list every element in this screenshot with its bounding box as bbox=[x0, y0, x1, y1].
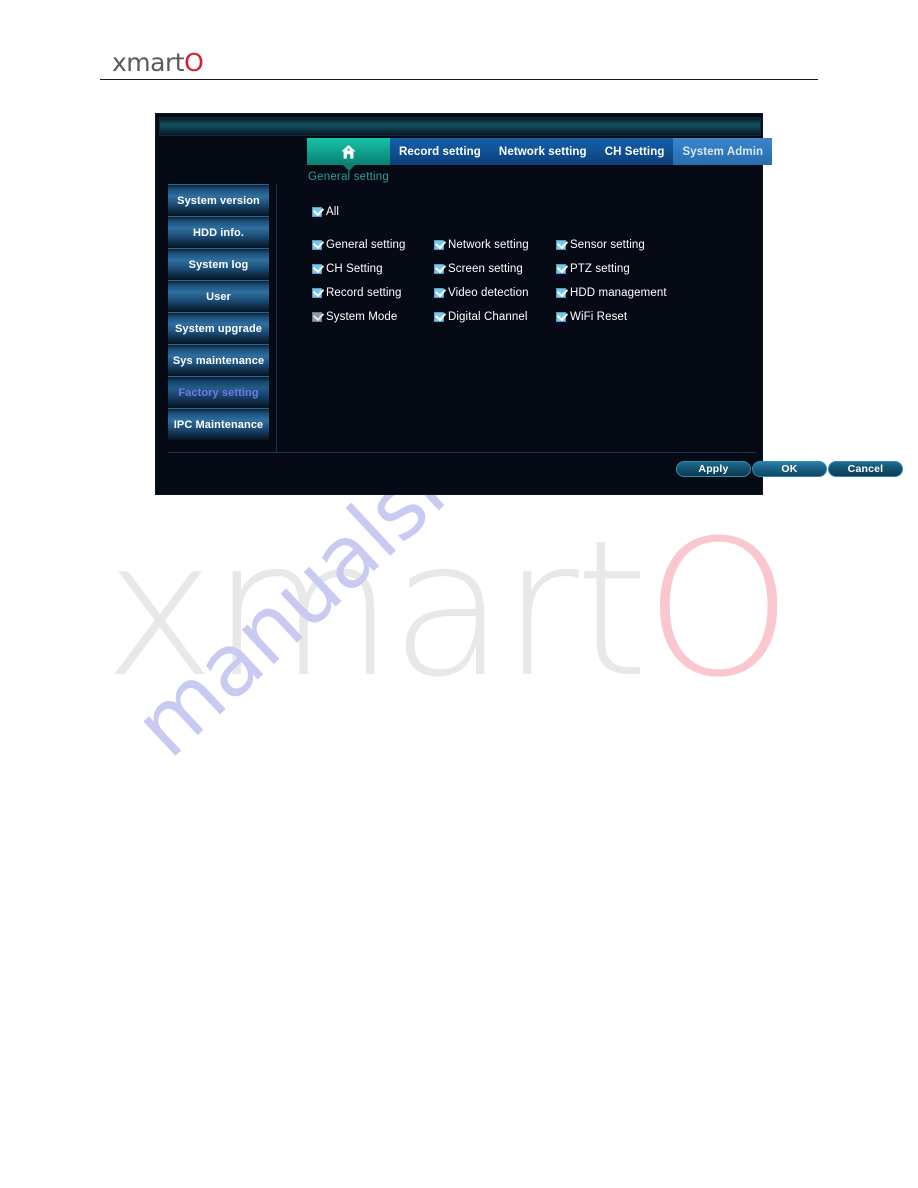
sidebar-item-system-upgrade[interactable]: System upgrade bbox=[168, 312, 269, 344]
page-logo: xmartO bbox=[112, 48, 204, 77]
apply-button[interactable]: Apply bbox=[676, 461, 751, 477]
tab-ch-setting[interactable]: CH Setting bbox=[595, 138, 674, 165]
checkbox-ptz-setting[interactable]: PTZ setting bbox=[556, 261, 678, 275]
checkbox-wifi-reset-label: WiFi Reset bbox=[570, 311, 628, 323]
check-icon bbox=[556, 285, 569, 298]
factory-reset-options: All General setting Network setting Sens… bbox=[312, 200, 712, 329]
checkbox-row: Record setting Video detection HDD manag… bbox=[312, 281, 712, 305]
check-icon bbox=[434, 309, 447, 322]
checkbox-general-setting-label: General setting bbox=[326, 239, 406, 251]
checkbox-record-setting-label: Record setting bbox=[326, 287, 402, 299]
checkbox-system-mode-box bbox=[312, 309, 325, 322]
watermark-brand-text: xmart bbox=[104, 500, 649, 719]
checkbox-general-setting[interactable]: General setting bbox=[312, 237, 434, 251]
logo-o-mark: O bbox=[184, 48, 204, 77]
checkbox-ch-setting-label: CH Setting bbox=[326, 263, 383, 275]
checkbox-network-setting-box[interactable] bbox=[434, 237, 447, 250]
checkbox-all-label: All bbox=[326, 206, 340, 218]
cancel-button[interactable]: Cancel bbox=[828, 461, 903, 477]
checkbox-row: General setting Network setting Sensor s… bbox=[312, 233, 712, 257]
sidebar-item-factory-setting[interactable]: Factory setting bbox=[168, 376, 269, 408]
check-icon bbox=[312, 309, 325, 322]
checkbox-row-all: All bbox=[312, 200, 712, 224]
check-icon bbox=[434, 261, 447, 274]
checkbox-ch-setting-box[interactable] bbox=[312, 261, 325, 274]
tab-bar: Record setting Network setting CH Settin… bbox=[307, 138, 773, 171]
ok-button[interactable]: OK bbox=[752, 461, 827, 477]
sidebar: System version HDD info. System log User… bbox=[168, 184, 269, 440]
checkbox-record-setting[interactable]: Record setting bbox=[312, 285, 434, 299]
sidebar-item-system-log[interactable]: System log bbox=[168, 248, 269, 280]
checkbox-hdd-management-box[interactable] bbox=[556, 285, 569, 298]
checkbox-general-setting-box[interactable] bbox=[312, 237, 325, 250]
footer-divider bbox=[168, 452, 756, 453]
checkbox-video-detection[interactable]: Video detection bbox=[434, 285, 556, 299]
checkbox-wifi-reset[interactable]: WiFi Reset bbox=[556, 309, 678, 323]
checkbox-sensor-setting-box[interactable] bbox=[556, 237, 569, 250]
watermark-brand-o-mark: O bbox=[644, 500, 793, 719]
checkbox-video-detection-label: Video detection bbox=[448, 287, 529, 299]
tab-network-setting[interactable]: Network setting bbox=[489, 138, 596, 165]
checkbox-ch-setting[interactable]: CH Setting bbox=[312, 261, 434, 275]
checkbox-ptz-setting-box[interactable] bbox=[556, 261, 569, 274]
checkbox-record-setting-box[interactable] bbox=[312, 285, 325, 298]
check-icon bbox=[434, 237, 447, 250]
sidebar-item-hdd-info[interactable]: HDD info. bbox=[168, 216, 269, 248]
checkbox-row: System Mode Digital Channel WiFi Reset bbox=[312, 305, 712, 329]
check-icon bbox=[312, 285, 325, 298]
checkbox-all[interactable]: All bbox=[312, 204, 434, 218]
dvr-title-bar bbox=[159, 117, 761, 136]
checkbox-hdd-management-label: HDD management bbox=[570, 287, 667, 299]
checkbox-screen-setting-label: Screen setting bbox=[448, 263, 523, 275]
sidebar-item-sys-maintenance[interactable]: Sys maintenance bbox=[168, 344, 269, 376]
sidebar-item-user[interactable]: User bbox=[168, 280, 269, 312]
checkbox-digital-channel-label: Digital Channel bbox=[448, 311, 528, 323]
checkbox-screen-setting[interactable]: Screen setting bbox=[434, 261, 556, 275]
checkbox-ptz-setting-label: PTZ setting bbox=[570, 263, 630, 275]
checkbox-network-setting[interactable]: Network setting bbox=[434, 237, 556, 251]
checkbox-hdd-management[interactable]: HDD management bbox=[556, 285, 678, 299]
home-icon bbox=[341, 144, 356, 159]
tab-home[interactable] bbox=[307, 138, 390, 171]
check-icon bbox=[312, 261, 325, 274]
checkbox-sensor-setting-label: Sensor setting bbox=[570, 239, 645, 251]
checkbox-screen-setting-box[interactable] bbox=[434, 261, 447, 274]
logo-text: xmart bbox=[112, 48, 185, 77]
checkbox-network-setting-label: Network setting bbox=[448, 239, 529, 251]
dialog-button-row: Apply OK Cancel bbox=[676, 461, 903, 477]
tab-record-setting[interactable]: Record setting bbox=[390, 138, 490, 165]
check-icon bbox=[556, 309, 569, 322]
page-title: General setting bbox=[308, 171, 389, 183]
checkbox-system-mode[interactable]: System Mode bbox=[312, 309, 434, 323]
checkbox-digital-channel[interactable]: Digital Channel bbox=[434, 309, 556, 323]
sidebar-item-ipc-maintenance[interactable]: IPC Maintenance bbox=[168, 408, 269, 440]
checkbox-wifi-reset-box[interactable] bbox=[556, 309, 569, 322]
checkbox-system-mode-label: System Mode bbox=[326, 311, 398, 323]
check-icon bbox=[434, 285, 447, 298]
checkbox-video-detection-box[interactable] bbox=[434, 285, 447, 298]
check-icon bbox=[556, 261, 569, 274]
watermark-brand: xmartO bbox=[104, 516, 793, 704]
checkbox-row: CH Setting Screen setting PTZ setting bbox=[312, 257, 712, 281]
checkbox-sensor-setting[interactable]: Sensor setting bbox=[556, 237, 678, 251]
check-icon bbox=[556, 237, 569, 250]
checkbox-all-box[interactable] bbox=[312, 204, 325, 217]
check-icon bbox=[312, 237, 325, 250]
check-icon bbox=[312, 204, 325, 217]
tab-system-admin[interactable]: System Admin bbox=[673, 138, 773, 165]
header-divider bbox=[100, 79, 818, 80]
sidebar-divider bbox=[276, 184, 277, 452]
sidebar-item-system-version[interactable]: System version bbox=[168, 184, 269, 216]
checkbox-digital-channel-box[interactable] bbox=[434, 309, 447, 322]
